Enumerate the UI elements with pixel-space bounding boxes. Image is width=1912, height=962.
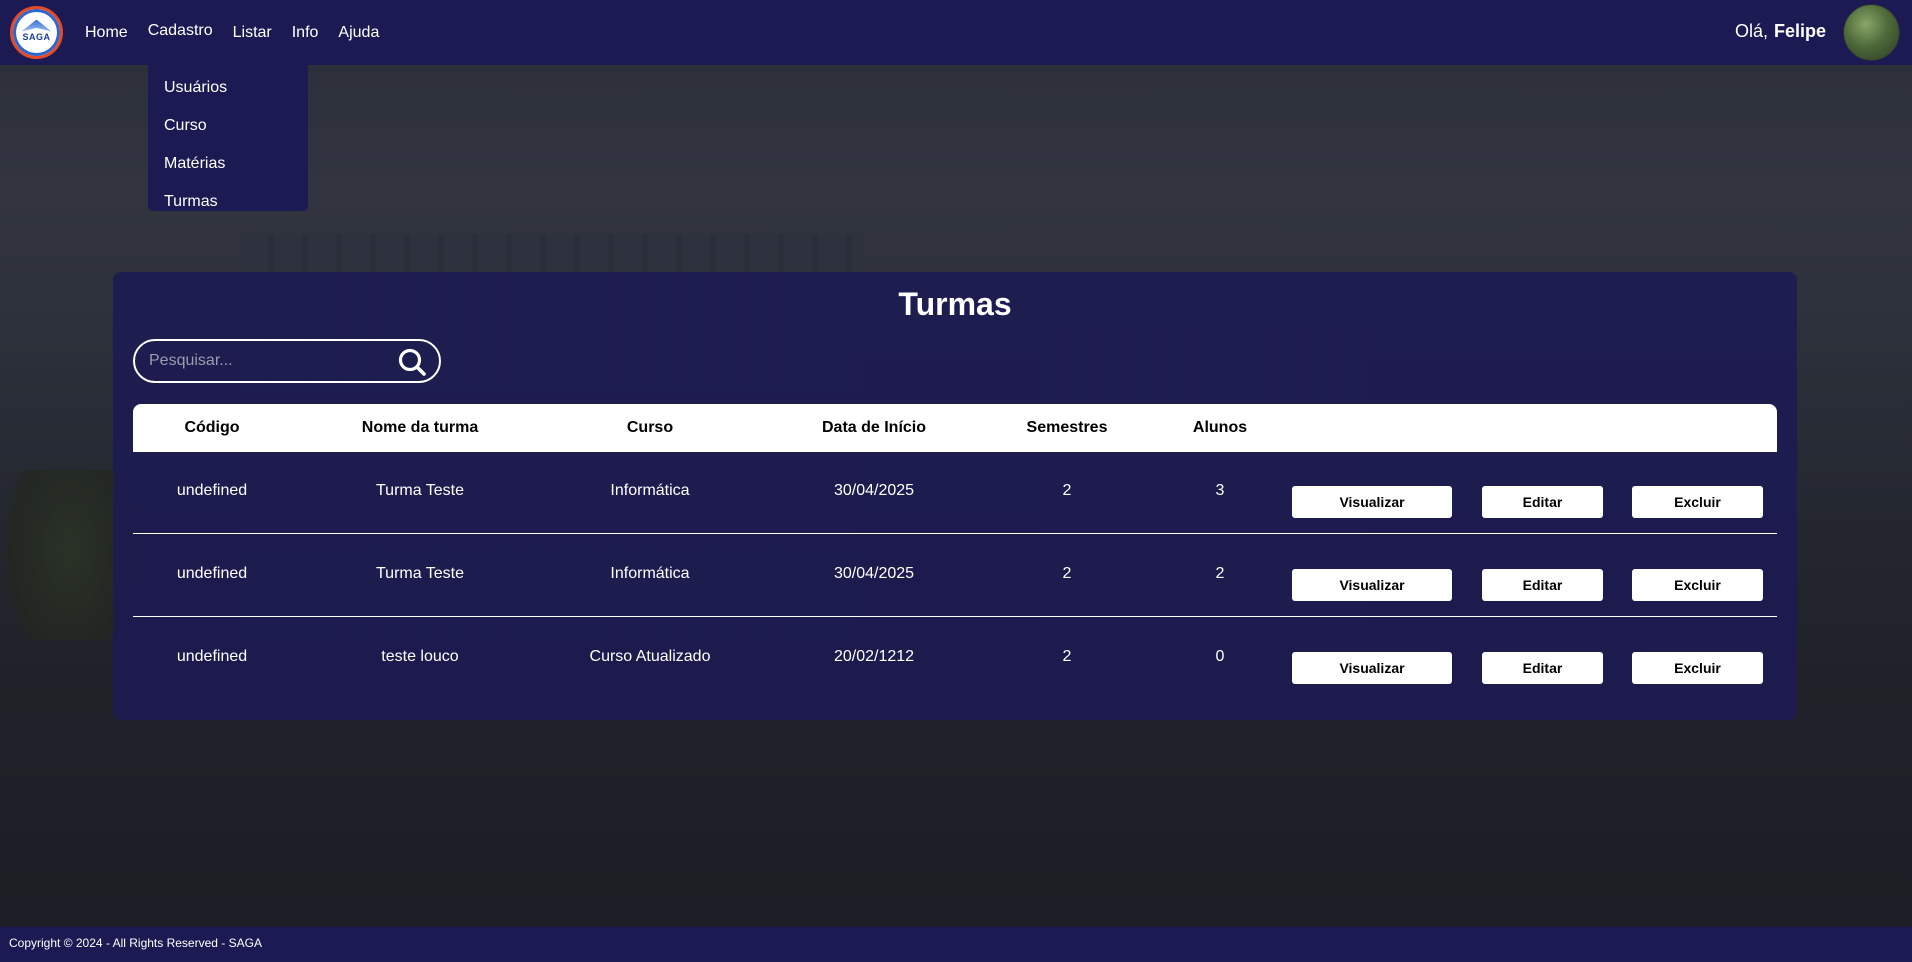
- cell-alunos: 2: [1215, 565, 1225, 582]
- cell-alunos: 3: [1215, 482, 1225, 499]
- copyright-text: Copyright © 2024 - All Rights Reserved -…: [9, 936, 262, 950]
- cell-data: 30/04/2025: [833, 482, 915, 499]
- delete-button[interactable]: Excluir: [1632, 652, 1763, 684]
- cell-curso: Informática: [610, 482, 690, 499]
- edit-button[interactable]: Editar: [1482, 652, 1603, 684]
- logo-wing-icon: [21, 19, 52, 32]
- delete-button[interactable]: Excluir: [1632, 486, 1763, 518]
- cell-nome: Turma Teste: [375, 482, 465, 499]
- edit-button[interactable]: Editar: [1482, 486, 1603, 518]
- turmas-panel: Turmas Código Nome da turma Curso Data d…: [113, 272, 1797, 720]
- user-avatar[interactable]: [1843, 4, 1900, 61]
- table-row: undefined Turma Teste Informática 30/04/…: [133, 535, 1777, 617]
- cell-nome: teste louco: [381, 648, 459, 665]
- dropdown-item-materias[interactable]: Matérias: [148, 145, 308, 183]
- dropdown-item-usuarios[interactable]: Usuários: [148, 69, 308, 107]
- view-button[interactable]: Visualizar: [1292, 569, 1452, 601]
- page-footer: Copyright © 2024 - All Rights Reserved -…: [0, 927, 1912, 962]
- cell-curso: Curso Atualizado: [589, 648, 711, 665]
- nav-home[interactable]: Home: [85, 24, 128, 42]
- view-button[interactable]: Visualizar: [1292, 652, 1452, 684]
- logo-text: SAGA: [22, 31, 51, 42]
- cell-codigo: undefined: [176, 482, 248, 499]
- cell-data: 20/02/1212: [833, 648, 915, 665]
- column-header-data-inicio: Data de Início: [821, 419, 927, 436]
- table-header: Código Nome da turma Curso Data de Iníci…: [133, 404, 1777, 452]
- page-title: Turmas: [898, 286, 1012, 322]
- top-navbar: SAGA Home Cadastro Listar Info Ajuda Olá…: [0, 0, 1912, 65]
- table-row: undefined Turma Teste Informática 30/04/…: [133, 452, 1777, 534]
- table-row: undefined teste louco Curso Atualizado 2…: [133, 618, 1777, 700]
- cell-curso: Informática: [610, 565, 690, 582]
- nav-cadastro[interactable]: Cadastro: [148, 22, 213, 40]
- cell-codigo: undefined: [176, 565, 248, 582]
- dropdown-item-curso[interactable]: Curso: [148, 107, 308, 145]
- search-icon[interactable]: [397, 347, 427, 377]
- column-header-curso: Curso: [626, 419, 674, 436]
- column-header-alunos: Alunos: [1192, 419, 1248, 436]
- nav-ajuda[interactable]: Ajuda: [338, 24, 379, 42]
- search-input[interactable]: [135, 352, 375, 370]
- cell-data: 30/04/2025: [833, 565, 915, 582]
- nav-links: Home Cadastro Listar Info Ajuda: [85, 0, 399, 65]
- delete-button[interactable]: Excluir: [1632, 569, 1763, 601]
- user-greeting: Olá, Felipe: [1735, 21, 1826, 42]
- cell-nome: Turma Teste: [375, 565, 465, 582]
- nav-info[interactable]: Info: [292, 24, 319, 42]
- greeting-text: Olá,: [1734, 21, 1768, 41]
- column-header-nome: Nome da turma: [361, 419, 479, 436]
- search-box: [133, 339, 441, 383]
- cell-codigo: undefined: [176, 648, 248, 665]
- cell-alunos: 0: [1215, 648, 1225, 665]
- cadastro-dropdown-menu: Usuários Curso Matérias Turmas: [148, 65, 308, 211]
- edit-button[interactable]: Editar: [1482, 569, 1603, 601]
- user-name: Felipe: [1773, 21, 1826, 41]
- column-header-codigo: Código: [184, 419, 240, 436]
- nav-listar[interactable]: Listar: [233, 24, 272, 42]
- saga-logo[interactable]: SAGA: [10, 6, 63, 59]
- dropdown-item-turmas[interactable]: Turmas: [148, 183, 308, 221]
- view-button[interactable]: Visualizar: [1292, 486, 1452, 518]
